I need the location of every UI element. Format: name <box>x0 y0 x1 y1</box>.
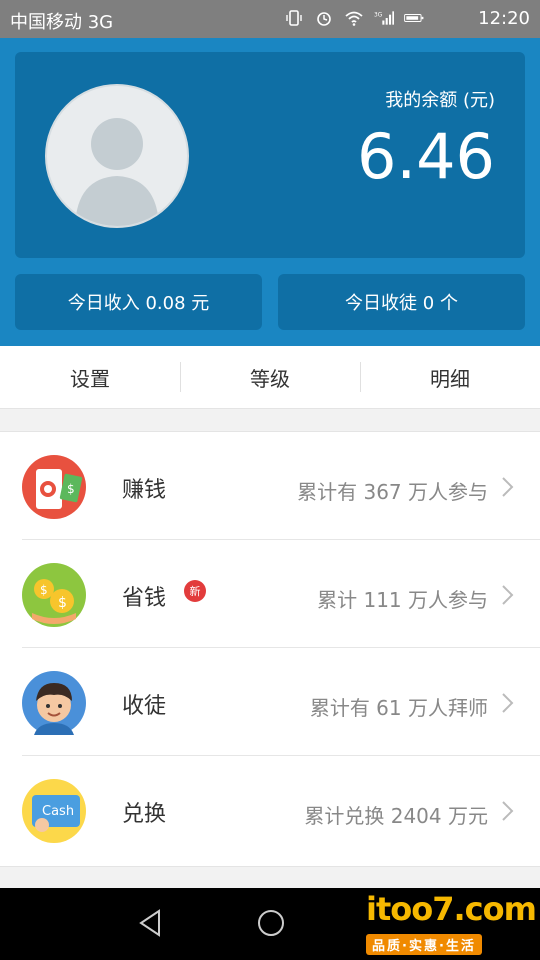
carrier-label: 中国移动 3G <box>10 12 114 33</box>
list-item-desc: 累计 111 万人参与 <box>317 588 488 612</box>
back-triangle-icon[interactable] <box>137 908 165 938</box>
list-item-desc: 累计有 367 万人参与 <box>297 480 488 504</box>
list-item-title: 省钱 <box>122 586 167 611</box>
list-item-exchange[interactable]: Cash 兑换 累计兑换 2404 万元 <box>0 756 540 864</box>
chevron-right-icon <box>502 801 514 821</box>
coins-icon: $ $ <box>22 563 86 627</box>
svg-text:$: $ <box>67 482 75 496</box>
today-apprentices-box[interactable]: 今日收徒 0 个 <box>278 274 525 330</box>
tab-settings-label: 设置 <box>70 366 110 391</box>
signal-icon: 3G <box>374 8 394 28</box>
tab-settings[interactable]: 设置 <box>0 346 180 408</box>
cash-card-icon: Cash <box>22 779 86 843</box>
action-tabs: 设置 等级 明细 <box>0 346 540 409</box>
list-item-recruit[interactable]: 收徒 累计有 61 万人拜师 <box>0 648 540 756</box>
watermark-logo: itoo7.com 品质·实惠·生活 <box>366 888 537 956</box>
list-item-desc: 累计兑换 2404 万元 <box>304 804 488 828</box>
balance-label: 我的余额 (元) <box>385 90 495 111</box>
svg-text:$: $ <box>58 595 67 611</box>
list-item-earn[interactable]: $ 赚钱 累计有 367 万人参与 <box>0 432 540 540</box>
list-item-save[interactable]: $ $ 省钱 累计 111 万人参与 <box>0 540 540 648</box>
chevron-right-icon <box>502 477 514 497</box>
status-icons: 3G <box>284 8 424 28</box>
new-badge: 新 <box>184 580 206 602</box>
balance-card: 我的余额 (元) 6.46 <box>15 52 525 258</box>
watermark-brand: itoo7.com <box>366 890 537 928</box>
alarm-icon <box>314 8 334 28</box>
clock: 12:20 <box>478 8 530 29</box>
watermark-slogan: 品质·实惠·生活 <box>366 934 482 955</box>
list-item-title: 兑换 <box>122 802 167 827</box>
status-bar: 中国移动 3G 3G 12:20 <box>0 0 540 38</box>
svg-text:$: $ <box>40 583 48 597</box>
svg-text:Cash: Cash <box>42 804 74 819</box>
list-item-title: 收徒 <box>122 694 167 719</box>
balance-amount: 6.46 <box>356 120 495 193</box>
chevron-right-icon <box>502 585 514 605</box>
tab-level-label: 等级 <box>250 366 290 391</box>
vibrate-icon <box>284 8 304 28</box>
today-apprentices-label: 今日收徒 0 个 <box>345 293 458 314</box>
boy-avatar-icon <box>22 671 86 735</box>
phone-money-icon: $ <box>22 455 86 519</box>
today-income-box[interactable]: 今日收入 0.08 元 <box>15 274 262 330</box>
tab-details-label: 明细 <box>430 366 470 391</box>
feature-list: $ 赚钱 累计有 367 万人参与 $ $ 省钱 累计 111 万人参与 收徒 … <box>0 431 540 867</box>
today-income-label: 今日收入 0.08 元 <box>67 293 210 314</box>
chevron-right-icon <box>502 693 514 713</box>
svg-text:3G: 3G <box>374 12 383 18</box>
wifi-icon <box>344 8 364 28</box>
default-user-icon <box>75 118 159 226</box>
account-header: 我的余额 (元) 6.46 今日收入 0.08 元 今日收徒 0 个 <box>0 38 540 346</box>
tab-level[interactable]: 等级 <box>180 346 360 408</box>
battery-icon <box>404 8 424 28</box>
home-circle-icon[interactable] <box>256 908 286 938</box>
list-item-desc: 累计有 61 万人拜师 <box>309 696 488 720</box>
avatar[interactable] <box>45 84 189 228</box>
system-nav-bar: itoo7.com 品质·实惠·生活 <box>0 888 540 960</box>
tab-details[interactable]: 明细 <box>360 346 540 408</box>
list-item-title: 赚钱 <box>122 478 167 503</box>
